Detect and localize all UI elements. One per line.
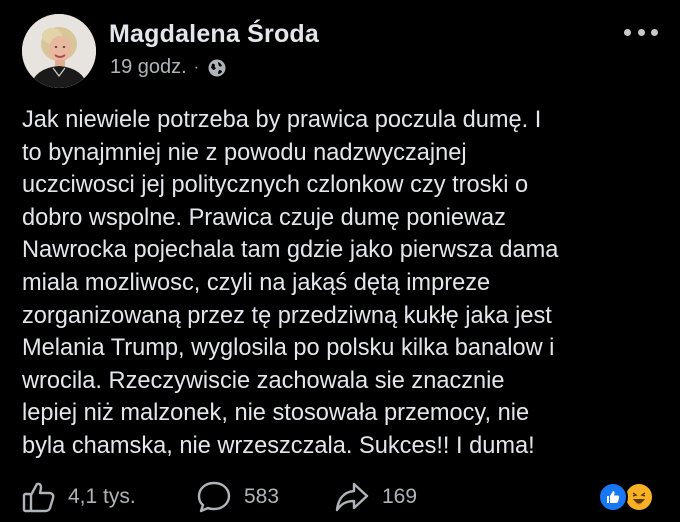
share-icon xyxy=(335,482,369,512)
share-count: 169 xyxy=(382,485,418,508)
post-text-line: miala mozliwosc, czyli na jakąś dętą imp… xyxy=(22,269,491,296)
like-count: 4,1 tys. xyxy=(68,485,136,508)
post-time[interactable]: 19 godz. xyxy=(110,56,187,79)
post-text-line: byla chamska, nie wrzeszczala. Sukces!! … xyxy=(22,432,535,459)
haha-reaction-icon xyxy=(624,482,654,512)
author-name[interactable]: Magdalena Środa xyxy=(109,20,319,49)
facebook-post: Magdalena Środa 19 godz. · Jak niewiele … xyxy=(0,0,680,522)
post-text-line: Nawrocka pojechala tam gdzie jako pierws… xyxy=(22,237,559,264)
post-text-line: to bynajmniej nie z powodu nadzwyczajnej xyxy=(22,139,467,166)
post-actions: 4,1 tys. 583 169 xyxy=(22,477,662,517)
post-text: Jak niewiele potrzeba by prawica poczula… xyxy=(22,104,662,463)
globe-icon[interactable] xyxy=(207,58,227,78)
post-text-line: zorganizowaną przez tę przedziwną kukłę … xyxy=(22,302,552,329)
share-button[interactable]: 169 xyxy=(334,477,417,517)
post-text-line: uczciwosci jej politycznych czlonkow czy… xyxy=(22,172,529,199)
like-button[interactable]: 4,1 tys. xyxy=(22,477,136,517)
post-text-line: dobro wspolne. Prawica czuje dumę poniew… xyxy=(22,204,506,231)
post-text-line: lepiej niż malzonek, nie stosowała przem… xyxy=(22,400,530,427)
author-avatar[interactable] xyxy=(22,14,96,88)
comment-count: 583 xyxy=(244,485,280,508)
post-text-line: Jak niewiele potrzeba by prawica poczula… xyxy=(22,107,542,133)
comment-icon xyxy=(197,481,231,513)
more-options-icon[interactable] xyxy=(624,22,658,42)
post-meta: 19 godz. · xyxy=(110,56,227,79)
avatar-photo xyxy=(22,14,96,88)
post-text-line: wrocila. Rzeczywiscie zachowala sie znac… xyxy=(22,367,505,394)
like-icon xyxy=(22,482,55,513)
comment-button[interactable]: 583 xyxy=(196,477,279,517)
post-text-line: Melania Trump, wyglosila po polsku kilka… xyxy=(22,335,555,362)
like-reaction-icon xyxy=(598,482,628,512)
reactions-summary[interactable] xyxy=(598,482,658,512)
meta-separator: · xyxy=(193,58,200,76)
